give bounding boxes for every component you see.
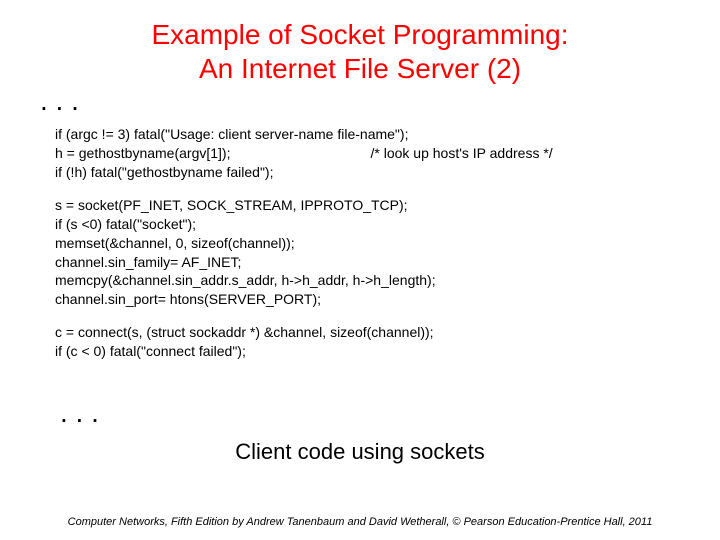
code-line: h = gethostbyname(argv[1]); /* look up h…: [55, 144, 720, 163]
ellipsis-top: . . .: [0, 87, 720, 115]
code-spacer: [55, 309, 720, 323]
title-line-1: Example of Socket Programming:: [151, 19, 568, 50]
code-line: c = connect(s, (struct sockaddr *) &chan…: [55, 323, 720, 342]
slide-footer: Computer Networks, Fifth Edition by Andr…: [0, 516, 720, 528]
code-spacer: [55, 182, 720, 196]
code-block: if (argc != 3) fatal("Usage: client serv…: [0, 115, 720, 361]
code-line: memcpy(&channel.sin_addr.s_addr, h->h_ad…: [55, 271, 720, 290]
title-line-2: An Internet File Server (2): [199, 53, 521, 84]
code-line: if (!h) fatal("gethostbyname failed");: [55, 163, 720, 182]
code-statement: h = gethostbyname(argv[1]);: [55, 144, 231, 163]
code-line: if (s <0) fatal("socket");: [55, 215, 720, 234]
code-line: channel.sin_port= htons(SERVER_PORT);: [55, 290, 720, 309]
code-line: if (argc != 3) fatal("Usage: client serv…: [55, 125, 720, 144]
code-comment: /* look up host's IP address */: [231, 144, 553, 163]
slide-title: Example of Socket Programming: An Intern…: [0, 0, 720, 85]
code-line: s = socket(PF_INET, SOCK_STREAM, IPPROTO…: [55, 196, 720, 215]
code-line: memset(&channel, 0, sizeof(channel));: [55, 234, 720, 253]
slide-caption: Client code using sockets: [0, 439, 720, 465]
code-line: if (c < 0) fatal("connect failed");: [55, 342, 720, 361]
ellipsis-bottom: . . .: [0, 399, 720, 427]
code-line: channel.sin_family= AF_INET;: [55, 253, 720, 272]
